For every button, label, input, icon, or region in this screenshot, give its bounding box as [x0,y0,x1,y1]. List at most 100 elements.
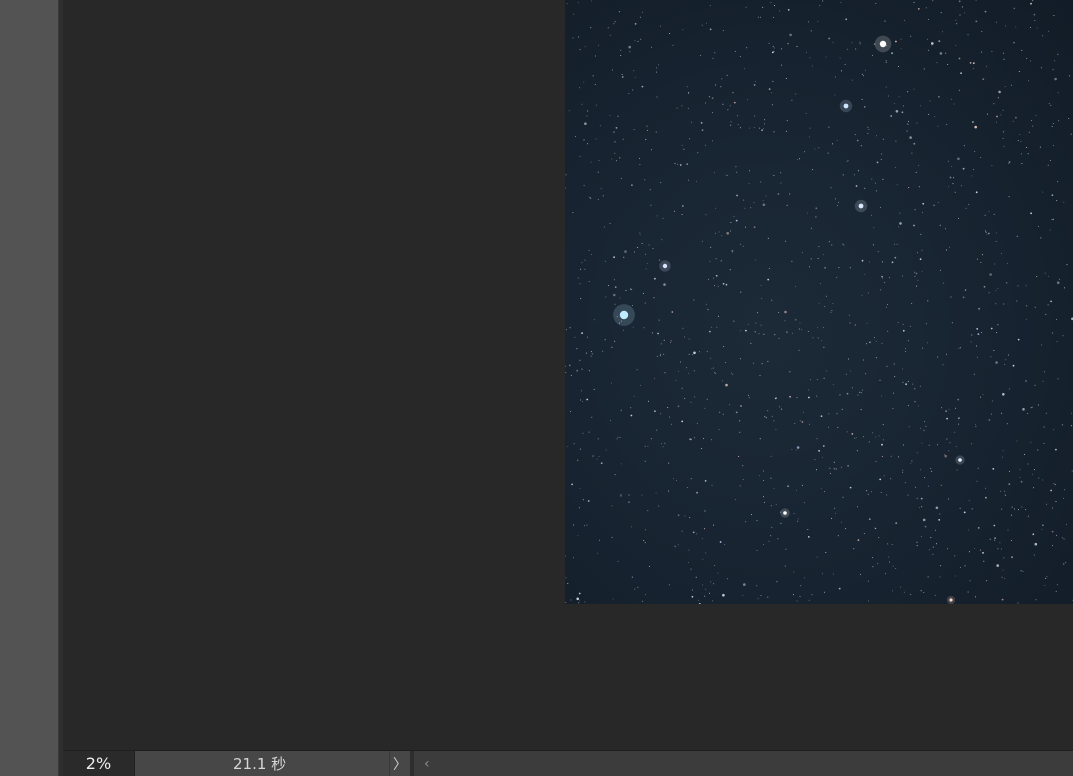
star-point [823,327,825,329]
star-point [1018,71,1020,72]
star-point [570,411,572,413]
star-point [971,443,973,445]
star-point [1027,153,1029,155]
star-point [916,452,918,454]
star-point [1056,318,1057,320]
star-point [960,566,961,568]
star-point [909,136,912,139]
star-point [785,130,787,132]
horizontal-scrollbar[interactable]: ‹ [414,751,1073,776]
star-point [739,420,741,422]
star-point [885,573,887,575]
star-point [760,16,761,18]
star-point [642,600,644,602]
star-point [1001,576,1003,578]
star-point [770,477,772,479]
star-point [777,193,780,195]
star-point [745,329,747,332]
star-point [906,123,909,125]
star-point [1010,84,1012,86]
star-point [577,535,579,537]
star-point [1022,570,1024,572]
star-point [971,334,973,336]
star-point [760,285,762,286]
star-point [929,100,931,102]
star-point [1000,548,1002,550]
star-point [877,563,879,565]
star-point [637,586,639,588]
star-point [1055,501,1057,502]
star-point [1025,318,1027,320]
star-point [840,466,842,468]
star-point [739,56,741,57]
star-point [975,426,977,427]
star-point [867,292,869,294]
star-point [706,398,708,400]
star-point [865,343,867,345]
star-point [796,159,798,160]
star-point [628,45,631,49]
star-point [639,158,640,159]
star-point [949,442,951,444]
star-point [659,259,661,261]
star-point [822,445,825,447]
star-point [768,42,770,44]
star-point [875,436,877,438]
document-image-night-sky[interactable] [565,0,1073,604]
star-point [586,398,589,401]
star-point [824,491,825,493]
star-point [655,131,657,133]
star-point [939,52,943,55]
star-point [902,381,904,383]
star-point [1053,145,1054,147]
star-point [987,232,990,235]
document-canvas[interactable] [63,0,1073,750]
star-point [837,426,839,428]
star-point [579,359,581,361]
star-point [835,198,837,200]
star-point [884,20,886,22]
star-point [945,410,947,413]
star-point [714,285,715,287]
bright-star [619,310,629,320]
star-point [786,331,788,334]
star-point [688,353,690,355]
tools-panel[interactable] [0,0,59,776]
star-point [809,127,811,129]
star-point [940,565,942,567]
star-point [617,560,619,562]
star-point [667,407,669,409]
star-point [831,517,833,519]
star-point [670,342,672,343]
star-point [702,558,704,560]
star-point [882,439,884,441]
star-point [770,455,772,457]
zoom-level-field[interactable]: 2% [63,751,135,776]
star-point [928,113,930,115]
star-point [954,431,956,433]
star-point [996,115,998,118]
star-point [736,171,738,173]
star-point [791,99,793,101]
star-point [925,323,927,325]
star-point [725,284,728,286]
star-point [631,576,633,578]
star-point [735,219,738,222]
star-point [580,268,582,270]
star-point [712,277,714,279]
chevron-right-icon[interactable]: 〉 [389,751,410,776]
star-point [573,557,574,559]
star-point [898,66,900,67]
star-point [594,83,596,85]
star-point [1047,304,1049,306]
star-point [901,368,903,370]
star-point [583,139,585,141]
star-point [725,174,727,176]
star-point [779,10,781,12]
chevron-left-icon[interactable]: ‹ [424,756,430,772]
star-point [1053,483,1055,485]
star-point [773,420,775,422]
star-point [988,210,990,212]
star-point [648,565,650,567]
star-point [677,514,680,517]
